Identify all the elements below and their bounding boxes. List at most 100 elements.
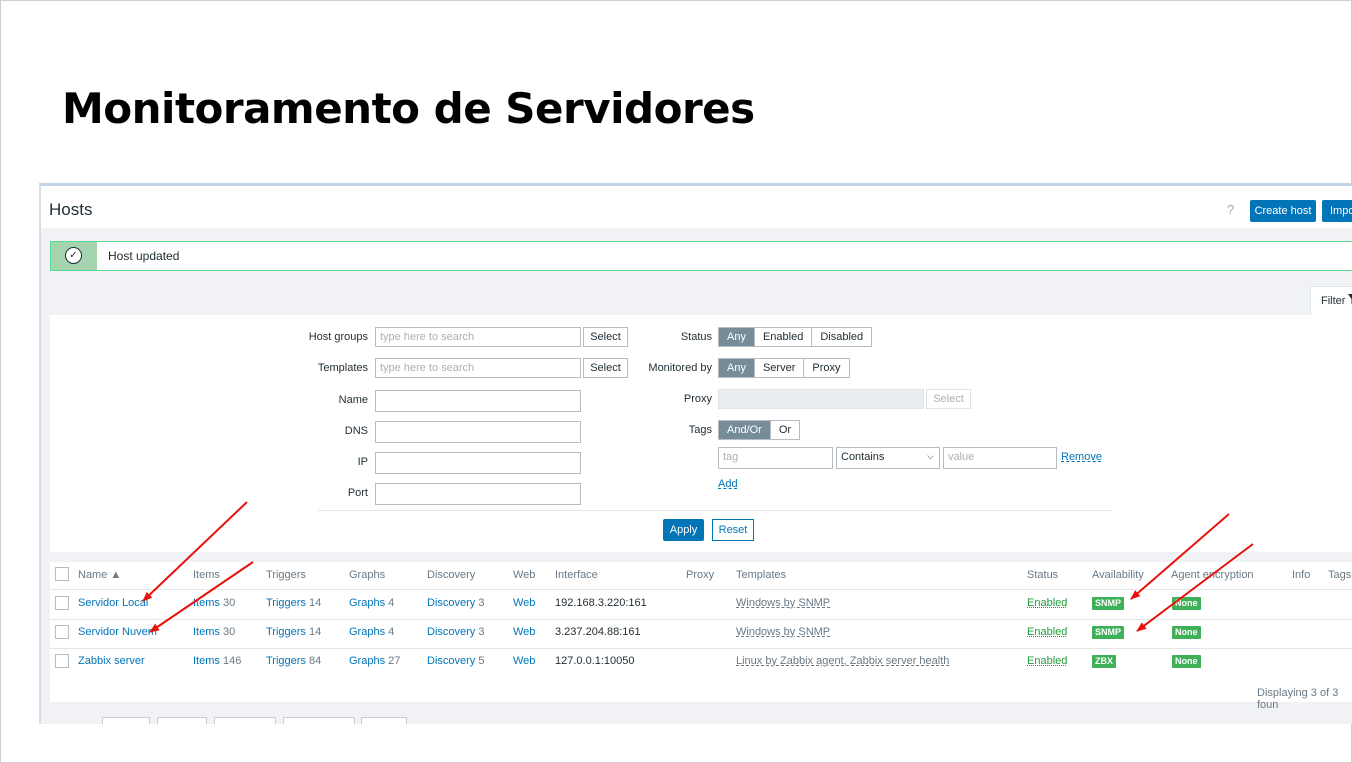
add-tag-link[interactable]: Add — [718, 478, 738, 490]
check-circle-icon: ✓ — [65, 247, 82, 264]
apply-button[interactable]: Apply — [663, 519, 704, 541]
filter-divider — [318, 510, 1113, 511]
ip-label: IP — [357, 456, 368, 468]
pagination-summary: Displaying 3 of 3 foun — [1257, 687, 1339, 711]
help-icon[interactable]: ? — [1227, 202, 1234, 217]
discovery-link[interactable]: Discovery — [427, 597, 475, 609]
availability-badge: SNMP — [1092, 626, 1125, 639]
mass-action-button[interactable] — [283, 717, 355, 724]
proxy-label: Proxy — [683, 393, 712, 405]
remove-tag-link[interactable]: Remove — [1061, 451, 1102, 463]
status-disabled[interactable]: Disabled — [812, 328, 872, 346]
port-label: Port — [347, 487, 368, 499]
monitored-server[interactable]: Server — [754, 359, 805, 377]
tags-and-or[interactable]: And/Or — [719, 421, 771, 439]
items-link[interactable]: Items — [193, 655, 220, 667]
tag-operator-value: Contains — [841, 451, 885, 463]
monitored-proxy[interactable]: Proxy — [804, 359, 849, 377]
templates-select-button[interactable]: Select — [583, 358, 628, 378]
encryption-badge: None — [1172, 597, 1201, 610]
template-link[interactable]: Linux by Zabbix agent, Zabbix server hea… — [736, 655, 949, 667]
mass-action-button[interactable] — [157, 717, 207, 724]
col-status[interactable]: Status — [1027, 569, 1058, 581]
row-checkbox[interactable] — [55, 625, 69, 639]
select-all-checkbox[interactable] — [55, 567, 69, 581]
reset-button[interactable]: Reset — [712, 519, 754, 541]
slide-title: Monitoramento de Servidores — [62, 84, 755, 133]
graphs-link[interactable]: Graphs — [349, 597, 385, 609]
triggers-link[interactable]: Triggers — [266, 597, 306, 609]
port-input[interactable] — [375, 483, 581, 505]
hosts-table: Name ▲ Items Triggers Graphs Discovery W… — [50, 562, 1352, 702]
mass-action-button[interactable] — [102, 717, 150, 724]
items-link[interactable]: Items — [193, 597, 220, 609]
col-name[interactable]: Name ▲ — [78, 569, 121, 581]
import-button[interactable]: Impo — [1322, 200, 1352, 222]
row-checkbox[interactable] — [55, 654, 69, 668]
monitored-any[interactable]: Any — [719, 359, 755, 377]
graphs-link[interactable]: Graphs — [349, 626, 385, 638]
discovery-link[interactable]: Discovery — [427, 626, 475, 638]
tags-operator-segmented: And/Or Or — [718, 420, 801, 440]
filter-tab[interactable]: Filter — [1310, 286, 1352, 317]
template-link[interactable]: Windows by SNMP — [736, 597, 830, 609]
triggers-count: 14 — [309, 626, 322, 638]
tag-operator-select[interactable]: Contains ⌵ — [836, 447, 940, 469]
message-text: Host updated — [108, 249, 180, 263]
ip-input[interactable] — [375, 452, 581, 474]
items-link[interactable]: Items — [193, 626, 220, 638]
graphs-count: 4 — [388, 626, 395, 638]
tag-value-input[interactable]: value — [943, 447, 1057, 469]
host-groups-input[interactable]: type here to search — [375, 327, 581, 347]
dns-label: DNS — [344, 425, 368, 437]
tag-name-input[interactable]: tag — [718, 447, 833, 469]
tags-or[interactable]: Or — [770, 421, 800, 439]
status-toggle[interactable]: Enabled — [1027, 655, 1067, 667]
col-availability: Availability — [1092, 569, 1144, 581]
name-input[interactable] — [375, 390, 581, 412]
success-message: ✓ Host updated — [50, 241, 1352, 271]
graphs-link[interactable]: Graphs — [349, 655, 385, 667]
items-count: 30 — [222, 597, 236, 609]
col-info: Info — [1292, 569, 1311, 581]
web-link[interactable]: Web — [513, 655, 535, 667]
availability-badge: ZBX — [1092, 655, 1116, 668]
host-name-link[interactable]: Servidor Local — [78, 597, 148, 609]
templates-input[interactable]: type here to search — [375, 358, 581, 378]
status-any[interactable]: Any — [719, 328, 755, 346]
create-host-button[interactable]: Create host — [1250, 200, 1316, 222]
host-groups-select-button[interactable]: Select — [583, 327, 628, 347]
proxy-input[interactable] — [718, 389, 924, 409]
graphs-count: 4 — [388, 597, 395, 609]
name-label: Name — [338, 394, 368, 406]
triggers-link[interactable]: Triggers — [266, 655, 306, 667]
template-link[interactable]: Windows by SNMP — [736, 626, 830, 638]
discovery-link[interactable]: Discovery — [427, 655, 475, 667]
host-name-link[interactable]: Zabbix server — [78, 655, 145, 667]
discovery-count: 3 — [478, 626, 485, 638]
status-toggle[interactable]: Enabled — [1027, 597, 1067, 609]
triggers-link[interactable]: Triggers — [266, 626, 306, 638]
mass-action-button[interactable] — [361, 717, 407, 724]
zabbix-screenshot: Hosts ? Create host Impo ✓ Host updated … — [39, 183, 1352, 724]
proxy-select-button[interactable]: Select — [926, 389, 971, 409]
graphs-count: 27 — [388, 655, 401, 667]
web-link[interactable]: Web — [513, 626, 535, 638]
host-groups-label: Host groups — [308, 331, 368, 343]
status-toggle[interactable]: Enabled — [1027, 626, 1067, 638]
discovery-count: 5 — [478, 655, 485, 667]
availability-badge: SNMP — [1092, 597, 1125, 610]
mass-action-button[interactable] — [214, 717, 276, 724]
host-name-link[interactable]: Servidor Nuvem — [78, 626, 157, 638]
monitored-by-segmented: Any Server Proxy — [718, 358, 850, 378]
interface-value: 192.168.3.220:161 — [555, 597, 647, 609]
status-enabled[interactable]: Enabled — [754, 328, 813, 346]
web-link[interactable]: Web — [513, 597, 535, 609]
dns-input[interactable] — [375, 421, 581, 443]
row-checkbox[interactable] — [55, 596, 69, 610]
templates-label: Templates — [317, 362, 368, 374]
filter-icon — [1348, 294, 1352, 305]
page-header: Hosts ? Create host Impo — [41, 186, 1352, 228]
interface-value: 127.0.0.1:10050 — [555, 655, 635, 667]
encryption-badge: None — [1172, 626, 1201, 639]
